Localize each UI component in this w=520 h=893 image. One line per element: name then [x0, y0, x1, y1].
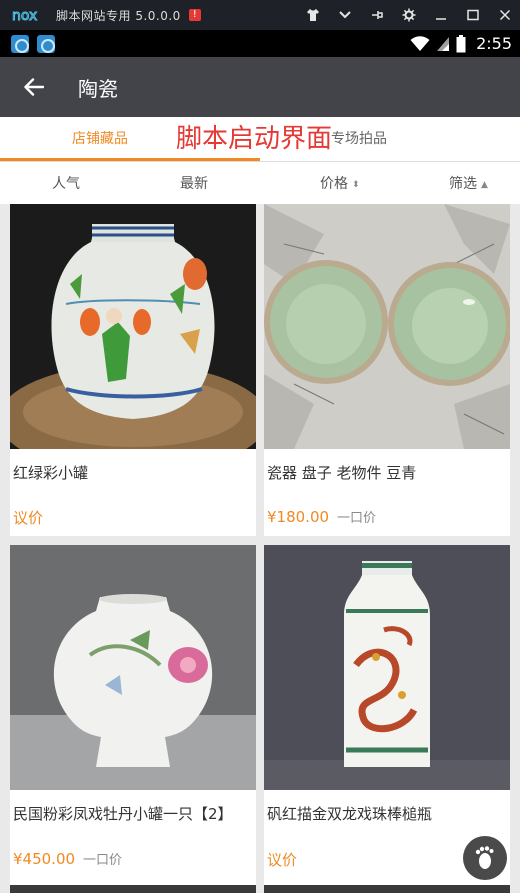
- product-card[interactable]: 矾红描金双龙戏珠棒槌瓶 议价: [264, 545, 510, 885]
- footprint-icon: [475, 846, 494, 869]
- battery-icon: [456, 34, 466, 52]
- next-card-peek: [10, 885, 256, 893]
- app-toolbar: 陶瓷: [0, 57, 520, 117]
- product-image: [10, 545, 256, 790]
- product-card[interactable]: 红绿彩小罐 议价: [10, 204, 256, 536]
- price-value: 议价: [13, 509, 44, 527]
- chevron-down-icon[interactable]: [338, 8, 352, 22]
- product-title: 红绿彩小罐: [13, 464, 89, 482]
- sort-newest[interactable]: 最新: [180, 162, 208, 204]
- product-card[interactable]: 瓷器 盘子 老物件 豆青 ¥180.00 一口价: [264, 204, 510, 536]
- triangle-up-icon: ▲: [481, 180, 488, 190]
- shirt-icon[interactable]: [306, 8, 320, 22]
- sort-filter[interactable]: 筛选 ▲: [449, 162, 488, 204]
- pin-icon[interactable]: [370, 8, 384, 22]
- signal-icon: [437, 36, 450, 51]
- product-image: [264, 545, 510, 790]
- price-value: ¥450.00: [13, 850, 76, 868]
- sort-both-icon: ⬍: [352, 180, 360, 190]
- next-card-peek: [264, 885, 510, 893]
- tab-bar: 店铺藏品 专场拍品 脚本启动界面: [0, 117, 520, 162]
- close-icon[interactable]: [498, 8, 512, 22]
- gear-icon[interactable]: [402, 8, 416, 22]
- sort-label: 人气: [52, 176, 80, 192]
- sort-label: 最新: [180, 176, 208, 192]
- tab-shop-collection[interactable]: 店铺藏品: [0, 117, 260, 161]
- svg-text:nox: nox: [12, 8, 37, 23]
- product-title: 民国粉彩凤戏牡丹小罐一只【2】: [13, 805, 233, 823]
- product-card[interactable]: 民国粉彩凤戏牡丹小罐一只【2】 ¥450.00 一口价: [10, 545, 256, 885]
- emulator-controls: [306, 0, 512, 30]
- status-bar: 2:55: [0, 30, 520, 57]
- wifi-icon: [410, 35, 430, 51]
- product-image: [264, 204, 510, 449]
- tab-special-auction[interactable]: 专场拍品: [260, 117, 520, 161]
- sort-label: 价格: [320, 176, 348, 192]
- notification-app-icon: [11, 34, 29, 53]
- product-price: ¥450.00 一口价: [13, 849, 122, 868]
- status-right: 2:55: [410, 30, 512, 57]
- product-title: 矾红描金双龙戏珠棒槌瓶: [267, 805, 433, 823]
- product-price: 议价: [267, 849, 305, 870]
- footprint-button[interactable]: [463, 836, 507, 880]
- page-title: 陶瓷: [78, 76, 118, 101]
- product-image: [10, 204, 256, 449]
- maximize-icon[interactable]: [466, 8, 480, 22]
- back-button[interactable]: [14, 67, 54, 107]
- sort-label: 筛选: [449, 176, 477, 192]
- sort-price[interactable]: 价格 ⬍: [320, 162, 360, 204]
- price-type: 一口价: [337, 511, 377, 526]
- product-price: ¥180.00 一口价: [267, 507, 376, 526]
- sort-bar: 人气 最新 价格 ⬍ 筛选 ▲: [0, 162, 520, 204]
- active-tab-indicator: [0, 158, 260, 161]
- sort-popularity[interactable]: 人气: [52, 162, 80, 204]
- nox-logo: nox: [12, 8, 38, 24]
- price-value: 议价: [267, 851, 298, 869]
- product-price: 议价: [13, 507, 51, 528]
- price-type: 一口价: [83, 853, 123, 868]
- emulator-title-bar: nox 脚本网站专用 5.0.0.0 !: [0, 0, 520, 30]
- product-title: 瓷器 盘子 老物件 豆青: [267, 464, 417, 482]
- arrow-left-icon: [24, 78, 44, 96]
- price-value: ¥180.00: [267, 508, 330, 526]
- emulator-alert-badge[interactable]: !: [188, 9, 201, 21]
- minimize-icon[interactable]: [434, 8, 448, 22]
- notification-app-icon: [37, 34, 55, 53]
- status-time: 2:55: [476, 34, 512, 53]
- emulator-title: 脚本网站专用 5.0.0.0: [56, 8, 181, 23]
